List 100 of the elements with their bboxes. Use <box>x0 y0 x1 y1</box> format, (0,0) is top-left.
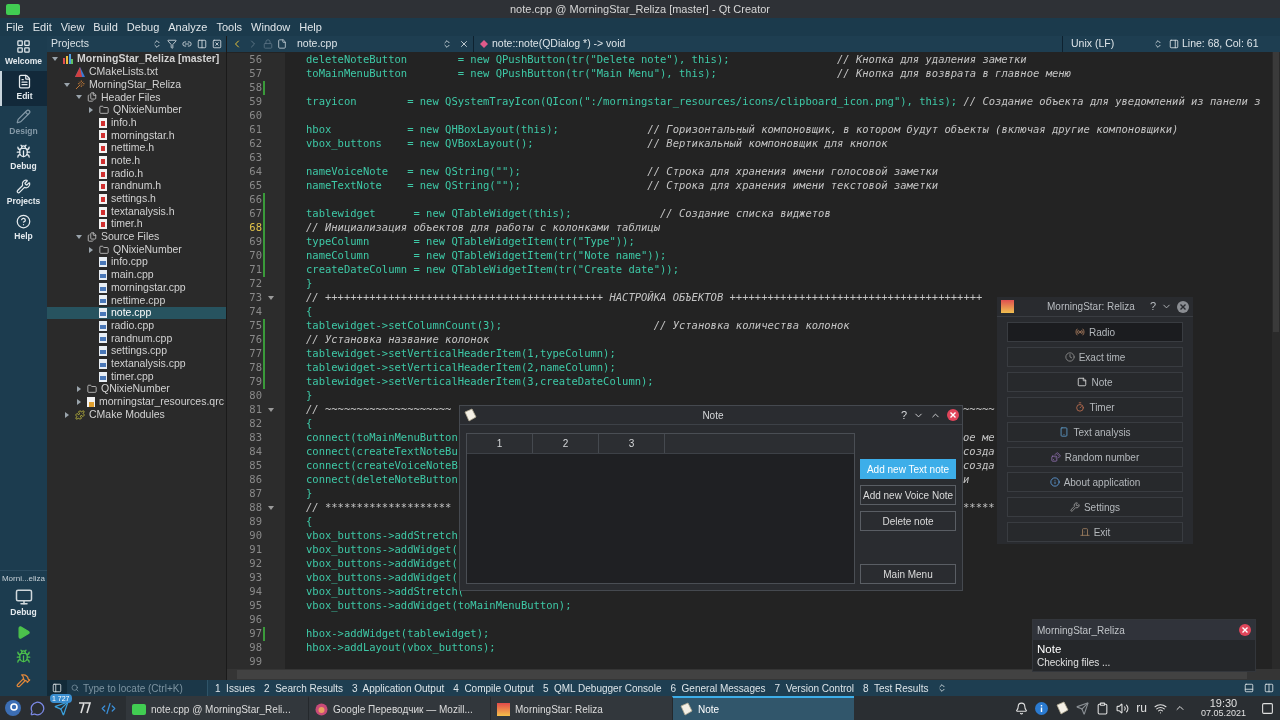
tree-item[interactable]: randnum.cpp <box>47 332 226 345</box>
menu-item[interactable]: Build <box>93 18 118 36</box>
caret-icon[interactable] <box>76 94 82 101</box>
column-header[interactable]: 3 <box>599 434 665 453</box>
fold-icon[interactable] <box>268 296 274 300</box>
tree-item[interactable]: info.h <box>47 116 226 130</box>
run-icon[interactable] <box>16 625 31 640</box>
menu-item[interactable]: Debug <box>126 18 160 36</box>
close-icon[interactable] <box>1239 624 1251 636</box>
debug-run-icon[interactable] <box>16 649 31 664</box>
menu-item[interactable]: Help <box>299 18 322 36</box>
caret-icon[interactable] <box>76 386 82 393</box>
output-tab[interactable]: 1 Issues <box>215 680 256 696</box>
tree-item[interactable]: Header Files <box>47 91 226 104</box>
tree-item[interactable]: morningstar.cpp <box>47 281 226 295</box>
line-ending-selector[interactable]: Unix (LF) <box>1062 36 1166 52</box>
tree-item[interactable]: settings.h <box>47 192 226 206</box>
column-header[interactable]: 2 <box>533 434 599 453</box>
split-icon[interactable] <box>197 39 207 49</box>
tree-item[interactable]: QNixieNumber <box>47 382 226 396</box>
output-tab[interactable]: 6 General Messages <box>670 680 766 696</box>
menu-button[interactable]: Timer <box>1007 397 1183 417</box>
mode-button[interactable]: Edit <box>0 71 47 106</box>
hammer-icon[interactable] <box>16 673 31 688</box>
tree-item[interactable]: settings.cpp <box>47 344 226 358</box>
updown-icon[interactable] <box>152 39 162 49</box>
menu-item[interactable]: View <box>60 18 85 36</box>
menu-button[interactable]: Text analysis <box>1007 422 1183 442</box>
tree-item[interactable]: textanalysis.h <box>47 205 226 218</box>
tree-item[interactable]: morningstar.h <box>47 129 226 142</box>
show-desktop-icon[interactable] <box>1261 701 1274 715</box>
panel-icon[interactable] <box>1169 39 1179 49</box>
tree-item[interactable]: nettime.h <box>47 141 226 155</box>
tree-item[interactable]: QNixieNumber <box>47 243 226 256</box>
file-selector[interactable]: note.cpp <box>297 36 455 52</box>
tree-item[interactable]: note.h <box>47 154 226 168</box>
caret-icon[interactable] <box>64 81 70 88</box>
menu-button[interactable]: Exact time <box>1007 347 1183 367</box>
menu-button[interactable]: About application <box>1007 472 1183 492</box>
code-editor-icon[interactable] <box>101 700 116 716</box>
tree-item[interactable]: CMake Modules <box>47 408 226 421</box>
locator-field[interactable]: Type to locate (Ctrl+K) <box>67 680 208 696</box>
wifi-icon[interactable] <box>1153 701 1167 715</box>
caret-icon[interactable] <box>88 107 94 114</box>
tree-item[interactable]: radio.cpp <box>47 319 226 333</box>
mode-button[interactable]: Projects <box>0 176 47 211</box>
output-tab[interactable]: 8 Test Results <box>863 680 929 696</box>
start-icon[interactable] <box>5 700 21 716</box>
taskbar-task[interactable]: MorningStar: Reliza <box>490 696 672 720</box>
output-tab[interactable]: 7 Version Control <box>774 680 855 696</box>
caret-icon[interactable] <box>52 56 58 63</box>
tree-item[interactable]: randnum.h <box>47 179 226 193</box>
menu-button[interactable]: Radio <box>1007 322 1183 342</box>
caret-icon[interactable] <box>76 398 82 405</box>
updown-icon[interactable] <box>937 683 948 693</box>
output-tab[interactable]: 2 Search Results <box>264 680 343 696</box>
link-icon[interactable] <box>182 39 192 49</box>
caret-icon[interactable] <box>88 246 94 253</box>
tree-item[interactable]: MorningStar_Reliza <box>47 78 226 92</box>
clipboard-icon[interactable] <box>1096 701 1110 715</box>
output-tab[interactable]: 4 Compile Output <box>453 680 534 696</box>
close-icon[interactable] <box>212 39 222 49</box>
dialog-button[interactable]: Main Menu <box>860 564 956 584</box>
kit-selector[interactable]: Debug <box>0 585 47 621</box>
tree-item[interactable]: MorningStar_Reliza [master] <box>47 53 226 66</box>
info-icon[interactable] <box>1035 701 1049 715</box>
split-icon[interactable] <box>1264 683 1274 693</box>
mode-button[interactable]: Welcome <box>0 36 47 71</box>
close-icon[interactable] <box>459 39 469 49</box>
fold-icon[interactable] <box>268 408 274 412</box>
menu-button[interactable]: Random number <box>1007 447 1183 467</box>
taskbar-task[interactable]: note.cpp @ MorningStar_Reli... <box>126 696 308 720</box>
tree-item[interactable]: Source Files <box>47 230 226 244</box>
menu-button[interactable]: Note <box>1007 372 1183 392</box>
tree-item[interactable]: textanalysis.cpp <box>47 357 226 371</box>
app-icon[interactable] <box>78 702 92 714</box>
panel-icon[interactable] <box>1244 683 1254 693</box>
sidebar-toggle-icon[interactable] <box>52 683 62 693</box>
help-button[interactable]: ? <box>900 406 907 424</box>
tree-item[interactable]: main.cpp <box>47 268 226 282</box>
filter-icon[interactable] <box>167 39 177 49</box>
keyboard-layout[interactable]: ru <box>1136 699 1147 717</box>
menu-item[interactable]: Edit <box>32 18 52 36</box>
output-tab[interactable]: 5 QML Debugger Console <box>542 680 662 696</box>
tree-item[interactable]: QNixieNumber <box>47 103 226 117</box>
tree-item[interactable]: nettime.cpp <box>47 294 226 307</box>
column-header[interactable]: 1 <box>467 434 533 453</box>
mode-button[interactable]: Help <box>0 211 47 246</box>
send-icon[interactable] <box>1076 701 1090 715</box>
tree-item[interactable]: radio.h <box>47 167 226 180</box>
taskbar-task[interactable]: Note <box>672 696 854 720</box>
tree-item[interactable]: note.cpp <box>47 306 226 320</box>
menu-item[interactable]: Analyze <box>168 18 208 36</box>
tree-item[interactable]: morningstar_resources.qrc <box>47 395 226 409</box>
menu-button[interactable]: Settings <box>1007 497 1183 517</box>
dialog-button[interactable]: Add new Voice Note <box>860 485 956 505</box>
output-tab[interactable]: 3 Application Output <box>351 680 445 696</box>
mode-button[interactable]: Debug <box>0 141 47 176</box>
volume-icon[interactable] <box>1116 701 1130 715</box>
fold-icon[interactable] <box>268 506 274 510</box>
